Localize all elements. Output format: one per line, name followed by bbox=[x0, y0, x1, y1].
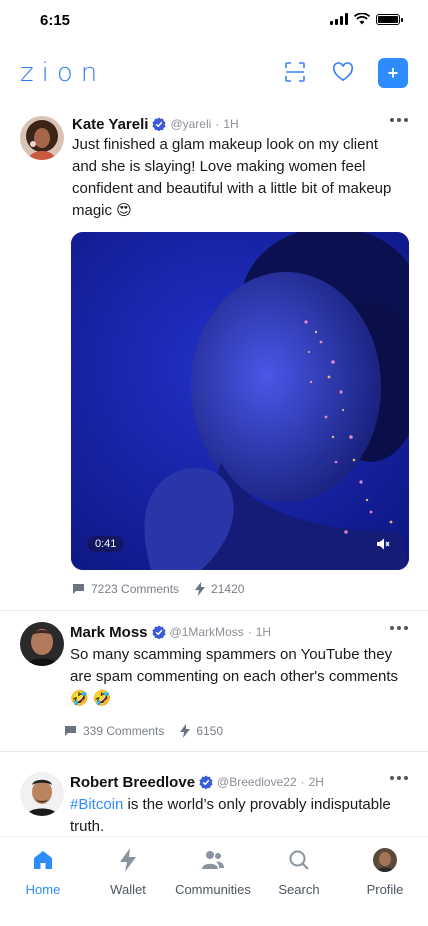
nav-communities[interactable]: Communities bbox=[170, 847, 256, 897]
post-text: Just finished a glam makeup look on my c… bbox=[72, 136, 392, 219]
wifi-icon bbox=[354, 13, 370, 25]
nav-home[interactable]: Home bbox=[0, 847, 86, 897]
post-card[interactable]: Robert Breedlove @Breedlove22 · 2H #Bitc… bbox=[0, 772, 428, 836]
author-handle[interactable]: @Breedlove22 bbox=[217, 775, 297, 789]
scan-icon bbox=[285, 62, 305, 82]
people-icon bbox=[202, 851, 224, 869]
nav-wallet[interactable]: Wallet bbox=[85, 847, 171, 897]
more-options-button[interactable] bbox=[390, 626, 408, 630]
post-header: Mark Moss @1MarkMoss · 1H bbox=[70, 622, 271, 642]
zap-button[interactable]: 21420 bbox=[195, 582, 244, 596]
post-time: 1H bbox=[223, 117, 239, 131]
add-post-button[interactable]: + bbox=[378, 58, 408, 88]
lightning-icon bbox=[180, 724, 191, 738]
nav-search[interactable]: Search bbox=[256, 847, 342, 897]
status-time: 6:15 bbox=[40, 12, 71, 29]
comments-button[interactable]: 7223 Comments bbox=[72, 582, 179, 596]
divider bbox=[0, 610, 428, 611]
app-logo: zion bbox=[20, 58, 106, 88]
app-header: zion + bbox=[0, 52, 428, 92]
avatar[interactable] bbox=[20, 622, 64, 666]
nav-label: Home bbox=[25, 882, 61, 897]
nav-label: Profile bbox=[366, 882, 404, 897]
post-card[interactable]: Kate Yareli @yareli · 1H Just finished a… bbox=[0, 114, 428, 610]
signal-icon bbox=[330, 13, 348, 25]
zap-button[interactable]: 6150 bbox=[180, 724, 223, 738]
post-stats: 339 Comments 6150 bbox=[64, 724, 223, 738]
volume-icon[interactable] bbox=[375, 536, 391, 552]
comments-button[interactable]: 339 Comments bbox=[64, 724, 164, 738]
nav-label: Search bbox=[278, 882, 320, 897]
comment-icon bbox=[73, 584, 84, 594]
divider bbox=[0, 751, 428, 752]
post-time: 1H bbox=[255, 625, 272, 639]
verified-icon bbox=[152, 117, 167, 131]
bottom-nav: Home Wallet Communities Search Profile bbox=[0, 836, 428, 926]
separator-dot: · bbox=[215, 117, 220, 131]
lightning-icon bbox=[120, 848, 136, 872]
post-header: Robert Breedlove @Breedlove22 · 2H bbox=[70, 772, 324, 792]
verified-icon bbox=[151, 625, 166, 639]
nav-label: Communities bbox=[175, 882, 251, 897]
home-icon bbox=[34, 851, 52, 869]
avatar[interactable] bbox=[20, 772, 64, 816]
author-handle[interactable]: @yareli bbox=[170, 117, 211, 131]
more-options-button[interactable] bbox=[390, 118, 408, 122]
battery-icon bbox=[376, 13, 403, 25]
comment-icon bbox=[65, 726, 76, 736]
avatar bbox=[373, 848, 397, 872]
zap-count: 21420 bbox=[211, 582, 245, 596]
nav-profile[interactable]: Profile bbox=[342, 847, 428, 897]
author-name[interactable]: Mark Moss bbox=[70, 624, 148, 641]
nav-label: Wallet bbox=[110, 882, 146, 897]
video-duration: 0:41 bbox=[87, 536, 125, 552]
separator-dot: · bbox=[300, 775, 305, 789]
search-icon bbox=[289, 850, 309, 870]
post-time: 2H bbox=[308, 775, 324, 789]
post-video[interactable]: 0:41 bbox=[71, 232, 409, 570]
comment-count: 339 Comments bbox=[83, 724, 165, 738]
avatar[interactable] bbox=[20, 116, 64, 160]
lightning-icon bbox=[195, 582, 206, 596]
hashtag-link[interactable]: #Bitcoin bbox=[70, 796, 123, 813]
post-text: #Bitcoin is the world’s only provably in… bbox=[70, 794, 402, 836]
separator-dot: · bbox=[247, 625, 252, 639]
comment-count: 7223 Comments bbox=[91, 582, 180, 596]
post-card[interactable]: Mark Moss @1MarkMoss · 1H So many scammi… bbox=[0, 622, 428, 750]
author-handle[interactable]: @1MarkMoss bbox=[170, 625, 244, 639]
video-thumbnail bbox=[71, 232, 409, 570]
post-header: Kate Yareli @yareli · 1H bbox=[72, 114, 239, 134]
post-text: So many scamming spammers on YouTube the… bbox=[70, 646, 399, 707]
scan-button[interactable] bbox=[279, 56, 311, 88]
verified-icon bbox=[199, 775, 213, 789]
more-options-button[interactable] bbox=[390, 776, 408, 780]
status-bar: 6:15 bbox=[0, 0, 428, 44]
author-name[interactable]: Kate Yareli bbox=[72, 116, 148, 133]
post-stats: 7223 Comments 21420 bbox=[72, 582, 244, 596]
status-icons bbox=[330, 13, 403, 25]
author-name[interactable]: Robert Breedlove bbox=[70, 774, 195, 791]
favorites-button[interactable] bbox=[327, 56, 359, 88]
zap-count: 6150 bbox=[196, 724, 224, 738]
heart-icon bbox=[332, 62, 354, 82]
